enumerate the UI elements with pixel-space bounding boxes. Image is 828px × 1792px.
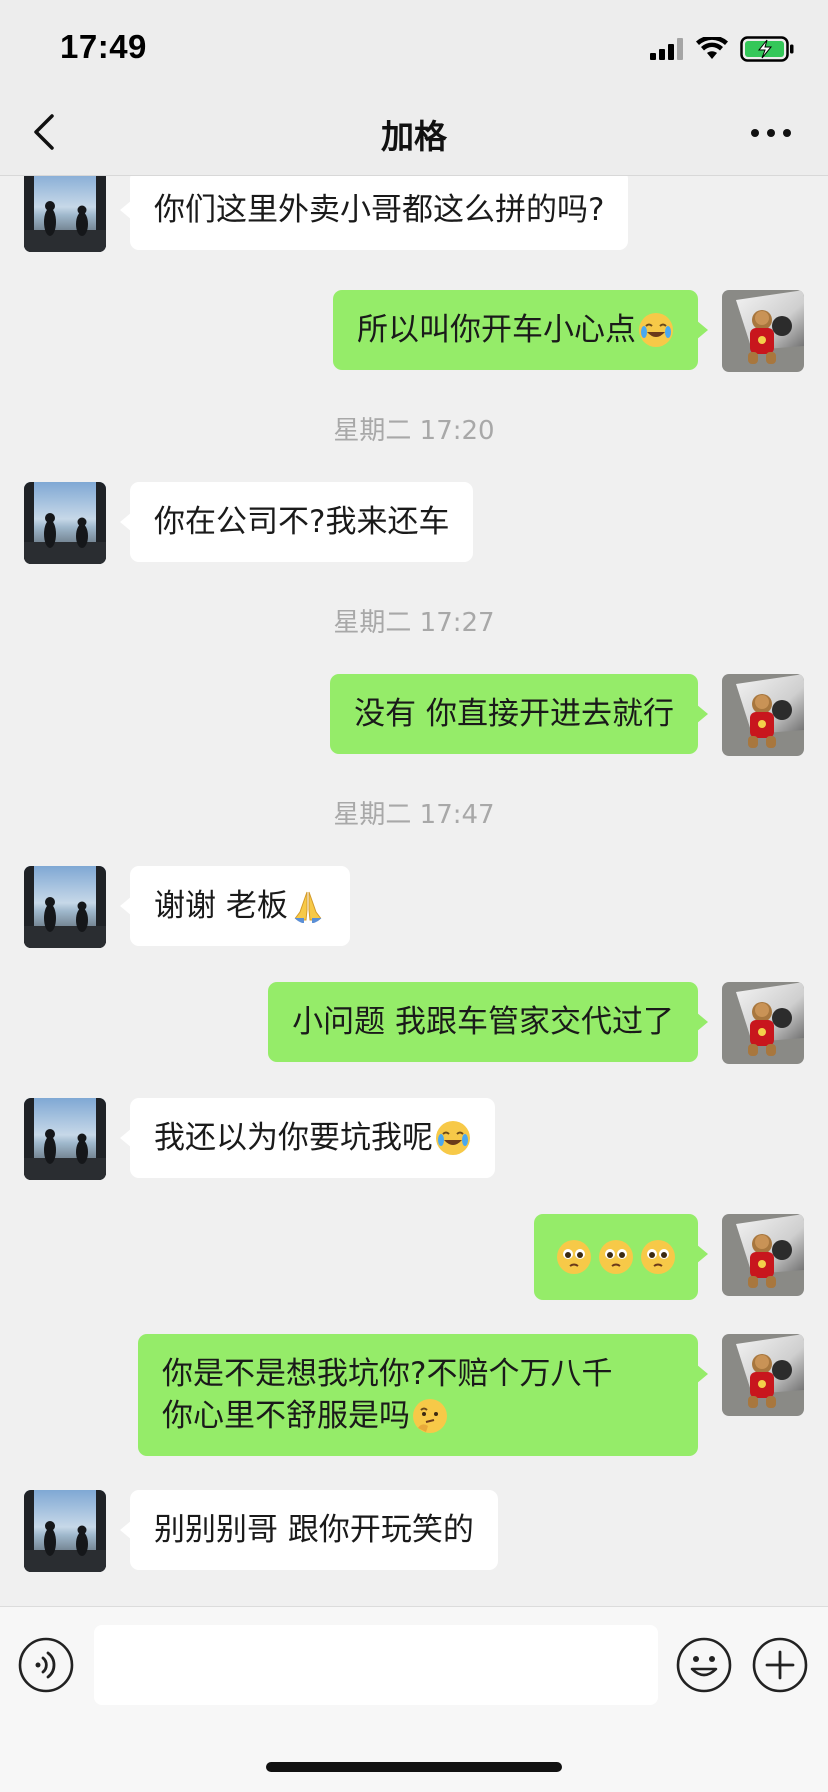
message-text: 谢谢 老板 bbox=[154, 888, 288, 924]
received-message[interactable]: 你们这里外卖小哥都这么拼的吗? bbox=[119, 176, 629, 250]
message-text: 小问题 我跟车管家交代过了 bbox=[292, 1004, 674, 1040]
pleading-face-icon bbox=[557, 1240, 591, 1274]
received-message[interactable]: 你在公司不?我来还车 bbox=[119, 482, 474, 562]
my-avatar[interactable] bbox=[722, 1214, 804, 1296]
received-message[interactable]: 我还以为你要坑我呢 bbox=[120, 1098, 495, 1178]
received-message[interactable]: 谢谢 老板 bbox=[120, 866, 350, 946]
time-divider: 星期二 17:27 bbox=[333, 608, 495, 638]
cellular-signal-icon bbox=[650, 38, 683, 60]
plus-icon[interactable] bbox=[752, 1637, 808, 1693]
message-text: 别别别哥 跟你开玩笑的 bbox=[154, 1512, 474, 1548]
emoji-icon[interactable] bbox=[676, 1637, 732, 1693]
status-icons bbox=[650, 36, 794, 62]
contact-avatar[interactable] bbox=[24, 176, 106, 252]
contact-avatar[interactable] bbox=[24, 866, 106, 948]
sent-message[interactable]: 没有 你直接开进去就行 bbox=[330, 674, 708, 754]
message-text: 你心里不舒服是吗 bbox=[162, 1398, 410, 1434]
status-bar: 17:49 bbox=[0, 0, 828, 100]
contact-avatar[interactable] bbox=[24, 482, 106, 564]
pleading-face-icon bbox=[599, 1240, 633, 1274]
message-text-line: 你是不是想我坑你?不赔个万八千 bbox=[162, 1356, 613, 1392]
received-message[interactable]: 别别别哥 跟你开玩笑的 bbox=[120, 1490, 498, 1570]
my-avatar[interactable] bbox=[722, 1334, 804, 1416]
my-avatar[interactable] bbox=[722, 290, 804, 372]
contact-avatar[interactable] bbox=[24, 1490, 106, 1572]
sent-message[interactable]: 所以叫你开车小心点 bbox=[333, 290, 708, 370]
status-time: 17:49 bbox=[60, 28, 147, 65]
wifi-icon bbox=[696, 37, 728, 59]
thinking-face-icon bbox=[413, 1399, 447, 1433]
more-dots-icon[interactable] bbox=[750, 128, 792, 138]
sent-message[interactable]: 你是不是想我坑你?不赔个万八千 你心里不舒服是吗 bbox=[138, 1334, 708, 1456]
window-view-photo bbox=[24, 1098, 106, 1180]
folded-hands-icon bbox=[291, 891, 324, 923]
window-view-photo bbox=[24, 482, 106, 564]
message-list[interactable]: 你们这里外卖小哥都这么拼的吗? 所以叫你开车小心点 星期二 17:20 你在公司… bbox=[0, 176, 828, 1606]
time-divider: 星期二 17:47 bbox=[333, 800, 495, 830]
face-with-tears-of-joy-icon bbox=[436, 1121, 470, 1155]
pleading-face-icon bbox=[641, 1240, 675, 1274]
chat-header: 加格 bbox=[0, 88, 828, 176]
sent-message[interactable] bbox=[534, 1214, 708, 1300]
message-text: 我还以为你要坑我呢 bbox=[154, 1120, 433, 1156]
my-avatar[interactable] bbox=[722, 982, 804, 1064]
battery-charging-icon bbox=[740, 36, 794, 62]
message-text: 没有 你直接开进去就行 bbox=[354, 696, 674, 732]
contact-avatar[interactable] bbox=[24, 1098, 106, 1180]
window-view-photo bbox=[24, 866, 106, 948]
car-teddy-photo bbox=[722, 1214, 804, 1296]
time-divider: 星期二 17:20 bbox=[333, 416, 495, 446]
car-teddy-photo bbox=[722, 674, 804, 756]
message-text-line: 你心里不舒服是吗 bbox=[162, 1395, 448, 1437]
voice-icon[interactable] bbox=[18, 1637, 74, 1693]
car-teddy-photo bbox=[722, 290, 804, 372]
face-with-tears-of-joy-icon bbox=[639, 313, 673, 347]
window-view-photo bbox=[24, 176, 106, 252]
message-text: 你在公司不?我来还车 bbox=[154, 504, 450, 540]
car-teddy-photo bbox=[722, 1334, 804, 1416]
message-text: 所以叫你开车小心点 bbox=[357, 312, 636, 348]
message-input[interactable] bbox=[94, 1625, 658, 1705]
car-teddy-photo bbox=[722, 982, 804, 1064]
chat-title: 加格 bbox=[381, 117, 447, 156]
my-avatar[interactable] bbox=[722, 674, 804, 756]
home-indicator[interactable] bbox=[266, 1762, 562, 1772]
window-view-photo bbox=[24, 1490, 106, 1572]
message-text: 你们这里外卖小哥都这么拼的吗? bbox=[154, 192, 605, 228]
sent-message[interactable]: 小问题 我跟车管家交代过了 bbox=[268, 982, 708, 1062]
